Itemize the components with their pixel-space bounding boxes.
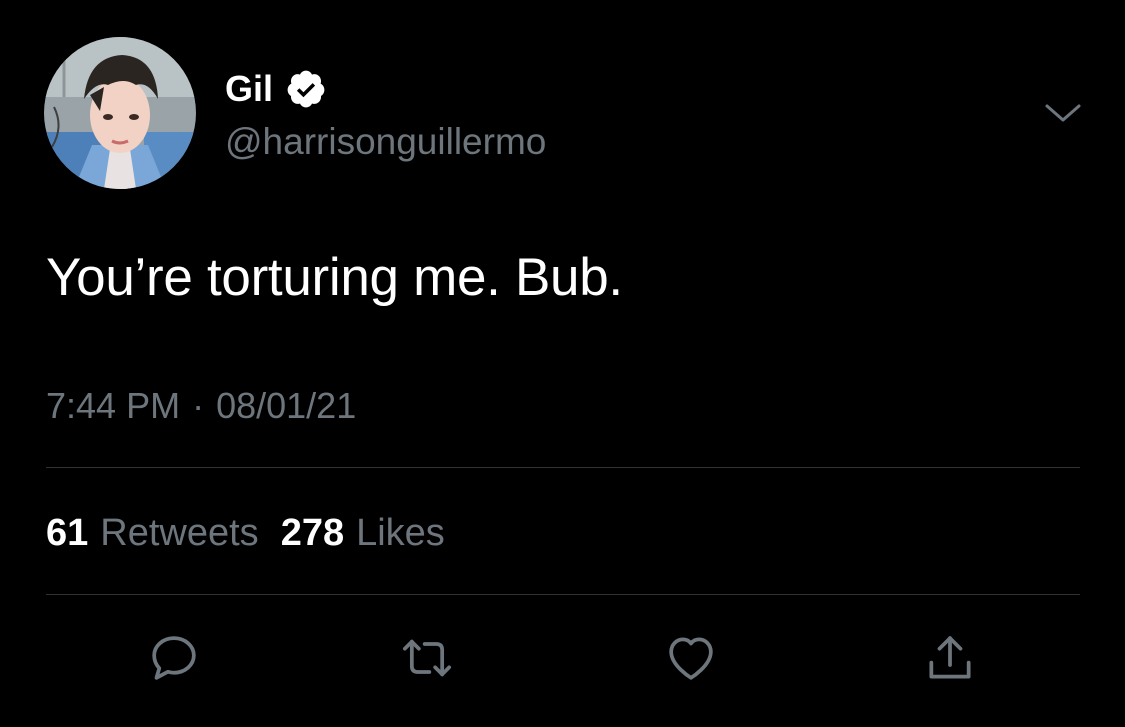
divider (46, 594, 1080, 595)
share-icon (929, 636, 971, 679)
tweet-text: You’re torturing me. Bub. (46, 248, 623, 307)
tweet-time: 7:44 PM (46, 385, 181, 426)
reply-icon (152, 636, 196, 680)
retweets-stat[interactable]: 61 Retweets (46, 508, 259, 558)
tweet-date: 08/01/21 (216, 385, 357, 426)
reply-button[interactable] (144, 628, 204, 688)
verified-badge-icon (285, 68, 327, 110)
tweet-timestamp: 7:44 PM · 08/01/21 (46, 383, 356, 429)
like-icon (669, 637, 713, 680)
retweet-button[interactable] (397, 628, 457, 688)
retweet-icon (402, 639, 452, 677)
avatar-photo (44, 37, 196, 189)
share-button[interactable] (920, 628, 980, 688)
retweets-label: Retweets (100, 512, 259, 554)
display-name[interactable]: Gil (225, 66, 273, 112)
divider (46, 467, 1080, 468)
retweets-count: 61 (46, 512, 89, 554)
like-button[interactable] (661, 628, 721, 688)
likes-stat[interactable]: 278 Likes (281, 508, 445, 558)
likes-label: Likes (356, 512, 445, 554)
likes-count: 278 (280, 512, 345, 554)
tweet-card: Gil @harrisonguillermo You’re torturing … (0, 0, 1125, 727)
user-handle[interactable]: @harrisonguillermo (225, 118, 546, 166)
author-name-row[interactable]: Gil (225, 66, 327, 112)
tweet-stats: 61 Retweets 278 Likes (46, 508, 445, 558)
chevron-down-icon[interactable] (1043, 94, 1083, 134)
avatar[interactable] (44, 37, 196, 189)
timestamp-separator: · (192, 385, 205, 426)
